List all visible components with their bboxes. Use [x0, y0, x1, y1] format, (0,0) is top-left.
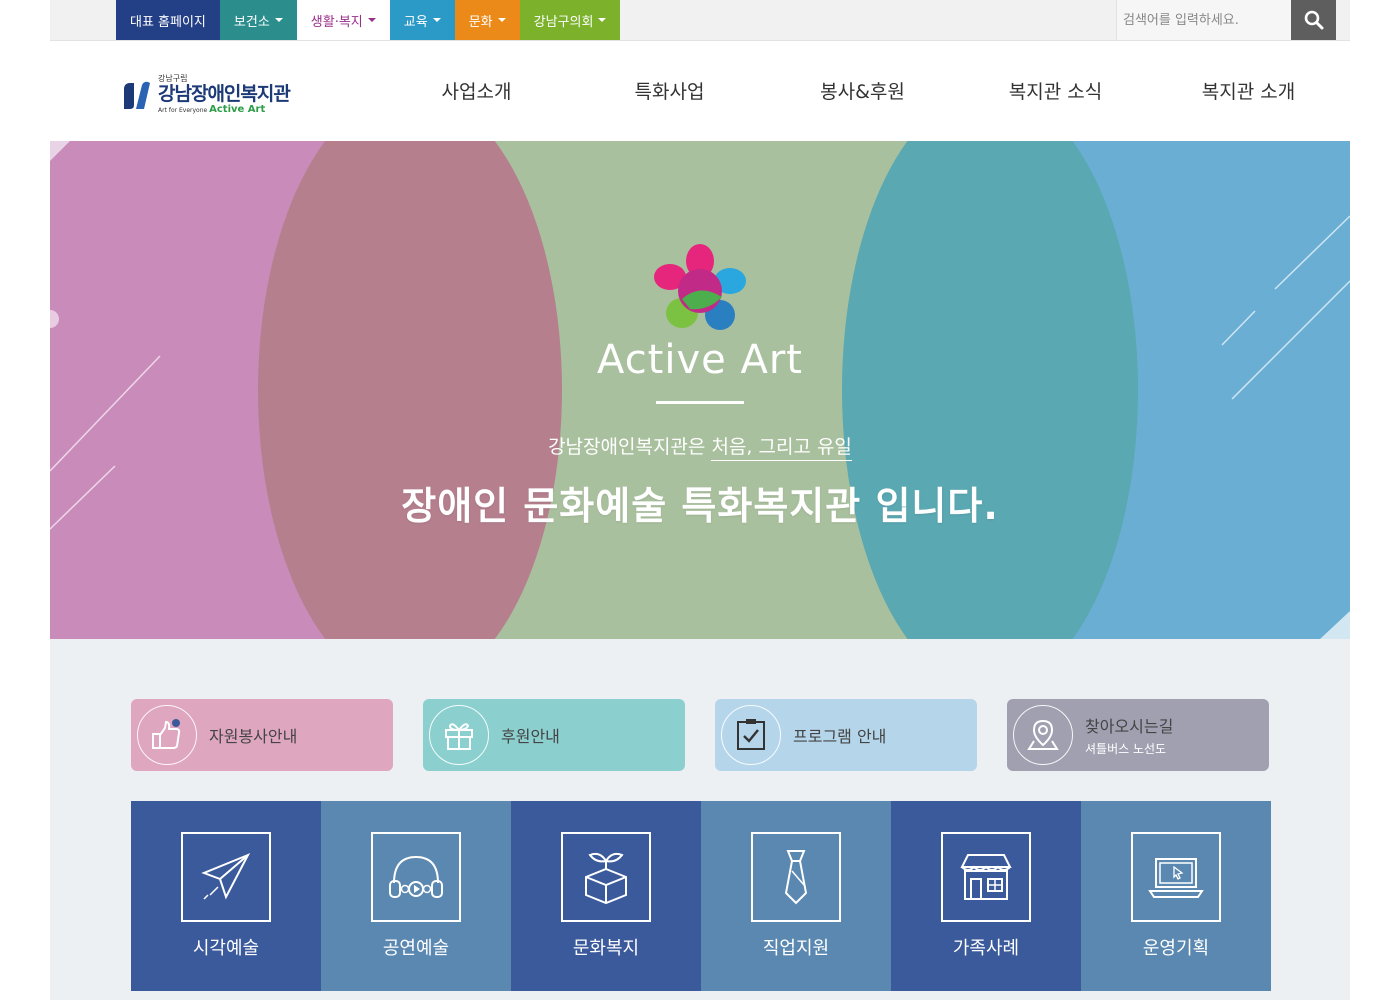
hero-brand-text: Active Art — [597, 337, 803, 383]
quick-links-section: 자원봉사안내 후원안내 프로그램 안내 찾아오시는길 셔틀버스 노선도 시각예술… — [50, 639, 1350, 1000]
caret-down-icon — [432, 18, 441, 22]
quick-buttons: 자원봉사안내 후원안내 프로그램 안내 찾아오시는길 셔틀버스 노선도 — [131, 699, 1269, 771]
caret-down-icon — [367, 18, 376, 22]
caret-down-icon — [598, 18, 607, 22]
program-tiles: 시각예술 공연예술 문화복지 직업지원 가족사례 운영기획 — [131, 801, 1271, 991]
site-logo[interactable]: 강남구립 강남장애인복지관 Art for Everyone Active Ar… — [122, 71, 312, 119]
hero-tagline-emphasis: 처음, 그리고 유일 — [711, 436, 852, 461]
plant-box-icon — [585, 852, 627, 905]
logo-main-text: 강남장애인복지관 — [158, 83, 291, 105]
topnav-item-welfare[interactable]: 생활·복지 — [296, 0, 390, 40]
hero-divider — [656, 401, 744, 404]
search-box — [1116, 0, 1336, 40]
tile-performing-art[interactable]: 공연예술 — [321, 801, 511, 991]
logo-small-text: 강남구립 — [158, 74, 188, 83]
mainnav-item-special[interactable]: 특화사업 — [573, 77, 766, 104]
tile-label: 운영기획 — [1142, 938, 1210, 959]
page: 대표 홈페이지 보건소 생활·복지 교육 문화 강남구의회 강남구립 강남장애인… — [0, 0, 1400, 1000]
topnav-item-culture[interactable]: 문화 — [454, 0, 520, 40]
house-icon — [960, 854, 1012, 900]
topnav-item-council[interactable]: 강남구의회 — [519, 0, 621, 40]
tile-label: 문화복지 — [572, 938, 640, 959]
tile-label: 시각예술 — [192, 938, 260, 959]
tile-visual-art[interactable]: 시각예술 — [131, 801, 321, 991]
mainnav-item-news[interactable]: 복지관 소식 — [959, 77, 1152, 104]
active-art-flower-icon — [654, 244, 746, 330]
headphones-icon — [389, 855, 443, 898]
tile-operation-planning[interactable]: 운영기획 — [1081, 801, 1271, 991]
quick-directions-button[interactable]: 찾아오시는길 셔틀버스 노선도 — [1007, 699, 1269, 771]
paper-plane-icon — [201, 853, 251, 900]
necktie-icon — [784, 850, 808, 905]
tile-job-support[interactable]: 직업지원 — [701, 801, 891, 991]
main-nav: 사업소개 특화사업 봉사&후원 복지관 소식 복지관 소개 — [380, 77, 1345, 104]
tile-family-cases[interactable]: 가족사례 — [891, 801, 1081, 991]
map-pin-icon — [1027, 719, 1059, 750]
tile-label: 직업지원 — [762, 938, 830, 959]
laptop-icon — [1148, 858, 1204, 898]
search-icon — [1304, 10, 1323, 30]
quick-program-button[interactable]: 프로그램 안내 — [715, 699, 977, 771]
site-family-nav: 대표 홈페이지 보건소 생활·복지 교육 문화 강남구의회 — [116, 0, 621, 40]
hero-tagline: 강남장애인복지관은 처음, 그리고 유일 — [50, 432, 1350, 461]
mainnav-item-business[interactable]: 사업소개 — [380, 77, 573, 104]
caret-down-icon — [274, 18, 283, 22]
logo-text: 강남구립 강남장애인복지관 Art for Everyone Active Ar… — [158, 74, 291, 116]
topnav-item-health[interactable]: 보건소 — [219, 0, 297, 40]
quick-donation-button[interactable]: 후원안내 — [423, 699, 685, 771]
hero-headline: 장애인 문화예술 특화복지관 입니다. — [401, 484, 999, 528]
topnav-item-education[interactable]: 교육 — [389, 0, 455, 40]
mainnav-item-about[interactable]: 복지관 소개 — [1152, 77, 1345, 104]
site-header: 강남구립 강남장애인복지관 Art for Everyone Active Ar… — [50, 41, 1350, 141]
tile-label: 가족사례 — [952, 938, 1020, 959]
logo-sub-text: Art for Everyone Active Art — [158, 104, 266, 115]
top-utility-bar: 대표 홈페이지 보건소 생활·복지 교육 문화 강남구의회 — [50, 0, 1350, 41]
tile-label: 공연예술 — [382, 938, 450, 959]
gift-icon — [445, 723, 473, 750]
tile-culture-welfare[interactable]: 문화복지 — [511, 801, 701, 991]
mainnav-item-volunteer[interactable]: 봉사&후원 — [766, 77, 959, 104]
logo-mark-icon — [124, 81, 150, 109]
hero-content: Active Art 강남장애인복지관은 처음, 그리고 유일 장애인 문화예술… — [50, 241, 1350, 530]
search-input[interactable] — [1116, 0, 1291, 40]
topnav-item-main[interactable]: 대표 홈페이지 — [116, 0, 220, 40]
caret-down-icon — [497, 18, 506, 22]
clipboard-check-icon — [737, 719, 765, 750]
hero-banner: Active Art 강남장애인복지관은 처음, 그리고 유일 장애인 문화예술… — [50, 141, 1350, 639]
search-button[interactable] — [1291, 0, 1336, 40]
quick-volunteer-button[interactable]: 자원봉사안내 — [131, 699, 393, 771]
thumbs-up-icon — [152, 719, 181, 749]
quick-directions-sub: 셔틀버스 노선도 — [1085, 742, 1167, 756]
